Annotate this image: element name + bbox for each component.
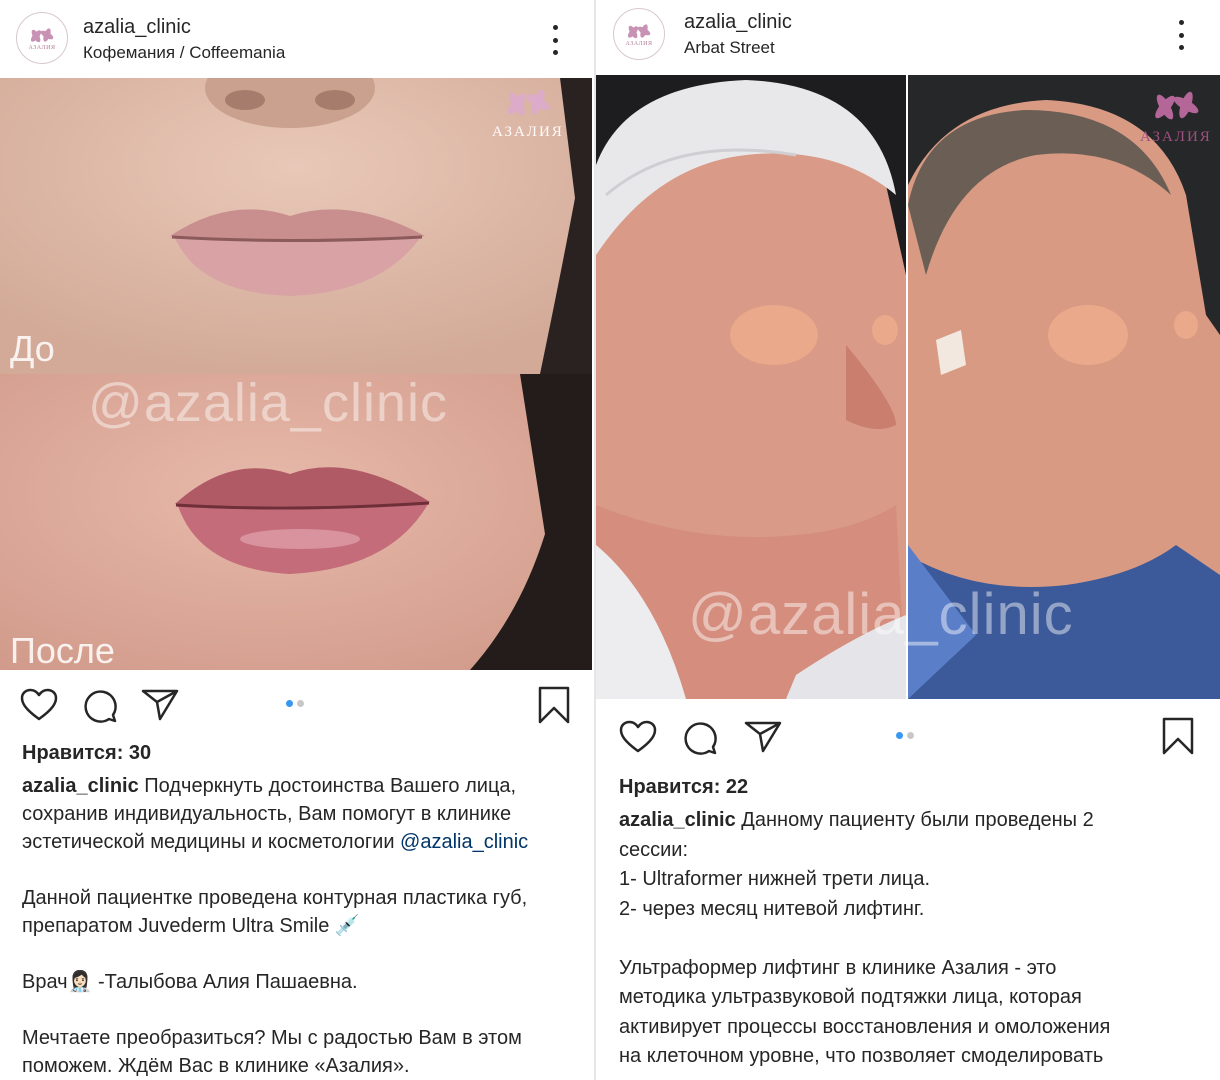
post-header: АЗАЛИЯ azalia_clinic Кофемания / Coffeem… [0,0,594,76]
avatar[interactable]: АЗАЛИЯ [613,8,665,60]
caption-text: Данному пациенту были проведены 2 [735,809,1094,831]
bookmark-icon[interactable] [1162,717,1194,755]
caption-text: 2- через месяц нитевой лифтинг. [619,897,925,920]
post-header: АЗАЛИЯ azalia_clinic Arbat Street [596,0,1220,76]
post-photo-before[interactable]: АЗАЛИЯ До [0,78,592,374]
caption-text: Подчеркнуть достоинства Вашего лица, [138,775,517,797]
caption-text: на клеточном уровне, что позволяет смоде… [619,1045,1104,1067]
post-caption: azalia_clinic Данному пациенту были пров… [619,806,1214,1072]
caption-username[interactable]: azalia_clinic [22,775,139,797]
caption-username[interactable]: azalia_clinic [619,809,736,831]
caption-text: поможем. Ждём Вас в клинике «Азалия». [22,1055,410,1077]
caption-text: Мечтаете преобразиться? Мы с радостью Ва… [22,1027,522,1049]
carousel-dots [286,700,304,707]
caption-text: эстетической медицины и косметологии [22,831,401,853]
more-options-icon[interactable] [1177,20,1185,50]
mention-link[interactable]: @azalia_clinic [400,831,528,853]
after-label: После [10,630,115,670]
caption-text: сессии: [619,838,689,861]
post-card-2: АЗАЛИЯ azalia_clinic Arbat Street @azali… [596,0,1220,1080]
username[interactable]: azalia_clinic [83,16,191,39]
heart-icon[interactable] [619,720,657,754]
azalia-flower-logo [1155,91,1199,120]
caption-text: активирует процессы восстановления и омо… [619,1015,1111,1038]
avatar[interactable]: АЗАЛИЯ [16,12,68,64]
before-label: До [10,328,55,369]
location[interactable]: Arbat Street [684,38,775,58]
caption-text: препаратом Juvederm Ultra Smile 💉 [22,915,360,937]
caption-text: Ультраформер лифтинг в клинике Азалия - … [619,956,1057,979]
brand-watermark: АЗАЛИЯ [492,84,564,141]
post-photo-after[interactable]: @azalia_clinic После [0,374,592,670]
carousel-dots [896,732,914,739]
caption-text: 1- Ultraformer нижней трети лица. [619,868,931,890]
comment-icon[interactable] [682,720,718,756]
username[interactable]: azalia_clinic [684,11,792,34]
watermark-text: @azalia_clinic [688,582,1074,647]
location[interactable]: Кофемания / Coffeemania [83,43,285,63]
caption-text: Врач👩🏻‍⚕️ -Талыбова Алия Пашаевна. [22,971,358,993]
azalia-flower-logo [507,89,550,116]
comment-icon[interactable] [82,688,118,724]
likes-count[interactable]: Нравится: 30 [22,742,151,765]
avatar-text: АЗАЛИЯ [625,41,653,47]
more-options-icon[interactable] [551,25,559,55]
caption-text: сохранив индивидуальность, Вам помогут в… [22,803,512,825]
brand-text: АЗАЛИЯ [492,124,564,140]
azalia-flower-logo [30,28,54,43]
post-caption: azalia_clinic Подчеркнуть достоинства Ва… [22,772,592,1080]
heart-icon[interactable] [20,688,58,722]
brand-text: АЗАЛИЯ [1140,129,1212,145]
caption-text: Данной пациентке проведена контурная пла… [22,887,528,909]
caption-text: методика ультразвуковой подтяжки лица, к… [619,986,1082,1008]
post-card-1: АЗАЛИЯ azalia_clinic Кофемания / Coffeem… [0,0,594,1080]
bookmark-icon[interactable] [538,686,570,724]
avatar-text: АЗАЛИЯ [28,45,56,51]
brand-watermark: АЗАЛИЯ [1140,85,1212,146]
share-icon[interactable] [744,720,782,754]
azalia-flower-logo [627,24,651,39]
watermark-text: @azalia_clinic [88,374,448,433]
likes-count[interactable]: Нравится: 22 [619,776,748,799]
post-photo-comparison[interactable]: @azalia_clinic АЗАЛИЯ [596,75,1220,699]
share-icon[interactable] [141,688,179,722]
